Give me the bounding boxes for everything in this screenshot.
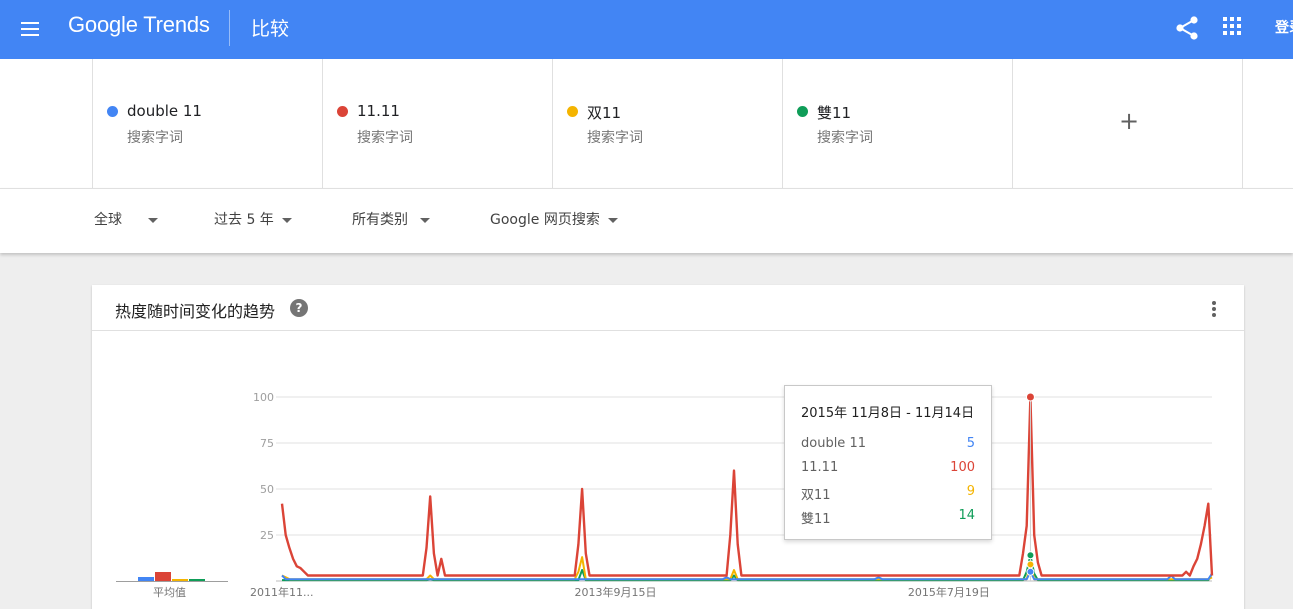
term-color-dot bbox=[797, 106, 808, 117]
y-tick-label: 50 bbox=[260, 483, 274, 496]
term-shuang-11[interactable]: 双11 搜索字词 bbox=[552, 59, 782, 188]
x-tick-label: 2015年7月19日 bbox=[908, 585, 990, 599]
tooltip-row: 双11 9 bbox=[801, 484, 975, 503]
term-name: 双11 bbox=[587, 104, 622, 122]
term-name: 雙11 bbox=[817, 104, 852, 122]
term-11-11[interactable]: 11.11 搜索字词 bbox=[322, 59, 552, 188]
category-label: 所有类别 bbox=[352, 212, 408, 228]
tooltip-row-label: double 11 bbox=[801, 436, 866, 451]
login-button[interactable]: 登录 bbox=[1275, 17, 1293, 37]
term-name: double 11 bbox=[127, 102, 202, 120]
hover-point bbox=[1025, 392, 1035, 402]
tooltip-row: 雙11 14 bbox=[801, 508, 975, 527]
y-tick-label: 25 bbox=[260, 529, 274, 542]
region-filter-label: 全球 bbox=[94, 212, 122, 228]
line-chart[interactable]: 100 75 50 25 2011年11... 2013年9月15日 2015年7月19日 bbox=[92, 285, 1244, 609]
add-term-button[interactable]: + bbox=[1012, 59, 1243, 188]
time-range-filter[interactable]: 过去 5 年 bbox=[214, 209, 292, 233]
y-tick-label: 100 bbox=[253, 391, 274, 404]
x-tick-label: 2013年9月15日 bbox=[574, 585, 656, 599]
category-filter[interactable]: 所有类别 bbox=[352, 209, 430, 233]
tooltip-row: double 11 5 bbox=[801, 436, 975, 454]
search-property-filter[interactable]: Google 网页搜索 bbox=[490, 209, 618, 233]
time-range-label: 过去 5 年 bbox=[214, 212, 274, 228]
chart-tooltip: 2015年 11月8日 - 11月14日 double 11 5 11.11 1… bbox=[784, 385, 992, 540]
hover-point bbox=[1026, 551, 1035, 560]
tooltip-row-label: 11.11 bbox=[801, 460, 839, 475]
page-title: 比较 bbox=[251, 18, 290, 40]
search-property-label: Google 网页搜索 bbox=[490, 212, 600, 228]
term-color-dot bbox=[337, 106, 348, 117]
term-type: 搜索字词 bbox=[357, 130, 413, 146]
menu-icon[interactable] bbox=[18, 17, 42, 41]
header-divider bbox=[229, 10, 230, 46]
term-type: 搜索字词 bbox=[587, 130, 643, 146]
term-color-dot bbox=[567, 106, 578, 117]
google-trends-logo[interactable]: Google Trends bbox=[68, 12, 210, 38]
y-tick-label: 75 bbox=[260, 437, 274, 450]
tooltip-row-label: 雙11 bbox=[801, 512, 831, 527]
term-name: 11.11 bbox=[357, 102, 400, 120]
term-double-11[interactable]: double 11 搜索字词 bbox=[92, 59, 322, 188]
tooltip-row-label: 双11 bbox=[801, 488, 831, 503]
apps-grid-icon[interactable] bbox=[1223, 17, 1243, 37]
region-filter[interactable]: 全球 bbox=[94, 209, 158, 233]
filter-bar: 全球 过去 5 年 所有类别 Google 网页搜索 bbox=[0, 188, 1293, 253]
chevron-down-icon bbox=[281, 217, 292, 223]
tooltip-row-value: 14 bbox=[958, 508, 975, 523]
term-shuang-11-traditional[interactable]: 雙11 搜索字词 bbox=[782, 59, 1012, 188]
chevron-down-icon bbox=[607, 217, 618, 223]
tooltip-row: 11.11 100 bbox=[801, 460, 975, 478]
x-tick-label: 2011年11... bbox=[250, 585, 313, 599]
term-type: 搜索字词 bbox=[127, 130, 183, 146]
share-icon[interactable] bbox=[1174, 14, 1200, 42]
tooltip-row-value: 9 bbox=[966, 484, 975, 499]
plus-icon: + bbox=[1119, 107, 1140, 135]
tooltip-row-value: 5 bbox=[966, 436, 975, 451]
term-type: 搜索字词 bbox=[817, 130, 873, 146]
hover-point bbox=[1026, 567, 1035, 576]
hover-point bbox=[1026, 560, 1035, 569]
tooltip-date: 2015年 11月8日 - 11月14日 bbox=[801, 406, 975, 421]
tooltip-row-value: 100 bbox=[950, 460, 975, 475]
chevron-down-icon bbox=[148, 217, 158, 223]
comparison-terms-bar: double 11 搜索字词 11.11 搜索字词 双11 搜索字词 雙11 搜… bbox=[0, 59, 1293, 188]
chevron-down-icon bbox=[420, 217, 430, 223]
series-line-11-11 bbox=[280, 395, 1214, 577]
term-color-dot bbox=[107, 106, 118, 117]
app-bar: Google Trends 比较 登录 bbox=[0, 0, 1293, 59]
interest-over-time-card: 热度随时间变化的趋势 ? 平均值 100 75 50 25 2011年11... 201… bbox=[92, 285, 1244, 609]
